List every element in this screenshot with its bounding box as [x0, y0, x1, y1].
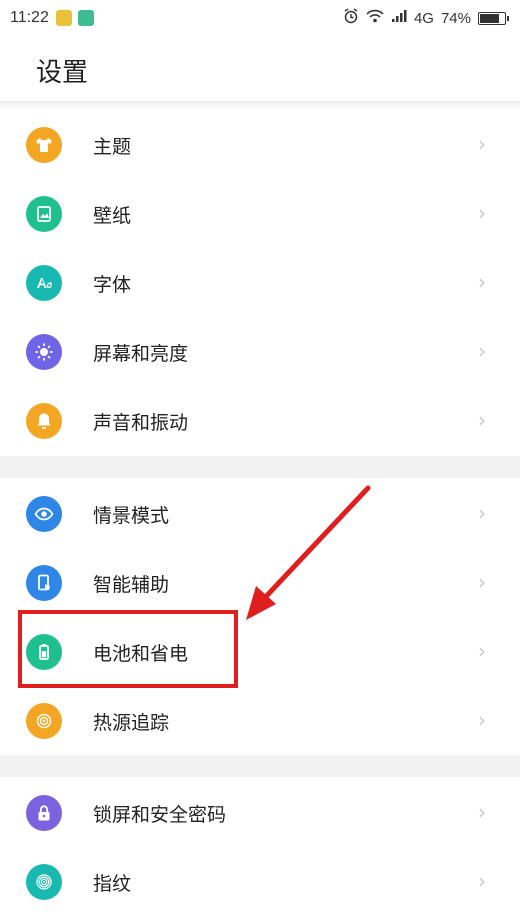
- chevron-right-icon: ›: [478, 408, 486, 432]
- shirt-icon: [26, 127, 62, 163]
- wifi-icon: [366, 9, 384, 27]
- group-separator: [0, 456, 520, 478]
- header-divider: [0, 101, 520, 109]
- settings-item-fingerprint[interactable]: 指纹 ›: [0, 847, 520, 916]
- signal-icon: [391, 9, 407, 27]
- fingerprint-icon: [26, 864, 62, 900]
- lock-icon: [26, 795, 62, 831]
- wallpaper-icon: [26, 196, 62, 232]
- settings-item-lockscreen-password[interactable]: 锁屏和安全密码 ›: [0, 778, 520, 847]
- chevron-right-icon: ›: [478, 570, 486, 594]
- phone-hand-icon: [26, 565, 62, 601]
- settings-item-label: 屏幕和亮度: [93, 343, 189, 365]
- chevron-right-icon: ›: [478, 639, 486, 663]
- chevron-right-icon: ›: [478, 270, 486, 294]
- settings-item-label: 指纹: [93, 873, 132, 895]
- app-notification-icon-2: [78, 10, 94, 26]
- network-type: 4G: [413, 9, 434, 27]
- heat-icon: [26, 703, 62, 739]
- chevron-right-icon: ›: [478, 708, 486, 732]
- settings-item-font[interactable]: 字体 ›: [0, 248, 520, 317]
- group-separator: [0, 755, 520, 777]
- settings-item-scene-mode[interactable]: 情景模式 ›: [0, 479, 520, 548]
- app-notification-icon: [56, 10, 72, 26]
- settings-item-label: 声音和振动: [93, 412, 189, 434]
- status-time: 11:22: [10, 9, 49, 26]
- settings-item-label: 字体: [93, 274, 132, 296]
- settings-item-theme[interactable]: 主题 ›: [0, 110, 520, 179]
- settings-item-label: 智能辅助: [93, 574, 170, 596]
- settings-item-label: 热源追踪: [93, 712, 170, 734]
- settings-item-smart-assist[interactable]: 智能辅助 ›: [0, 548, 520, 617]
- settings-item-label: 主题: [93, 136, 132, 158]
- status-bar: 11:22 4G 74%: [0, 0, 520, 38]
- font-icon: [26, 265, 62, 301]
- brightness-icon: [26, 334, 62, 370]
- battery-status-icon: [478, 11, 509, 25]
- chevron-right-icon: ›: [478, 132, 486, 156]
- bell-icon: [26, 403, 62, 439]
- eye-icon: [26, 496, 62, 532]
- chevron-right-icon: ›: [478, 339, 486, 363]
- settings-item-heat-tracking[interactable]: 热源追踪 ›: [0, 686, 520, 755]
- battery-percent: 74%: [440, 9, 471, 27]
- settings-item-label: 锁屏和安全密码: [93, 804, 227, 826]
- chevron-right-icon: ›: [478, 800, 486, 824]
- settings-item-label: 情景模式: [93, 505, 170, 527]
- status-right: 4G 74%: [343, 8, 509, 28]
- chevron-right-icon: ›: [478, 501, 486, 525]
- settings-item-wallpaper[interactable]: 壁纸 ›: [0, 179, 520, 248]
- settings-item-sound-vibration[interactable]: 声音和振动 ›: [0, 386, 520, 455]
- alarm-icon: [343, 8, 359, 28]
- settings-item-label: 壁纸: [93, 205, 132, 227]
- settings-item-display-brightness[interactable]: 屏幕和亮度 ›: [0, 317, 520, 386]
- highlight-box: [18, 610, 238, 688]
- chevron-right-icon: ›: [478, 869, 486, 893]
- page-title: 设置: [36, 58, 89, 88]
- chevron-right-icon: ›: [478, 201, 486, 225]
